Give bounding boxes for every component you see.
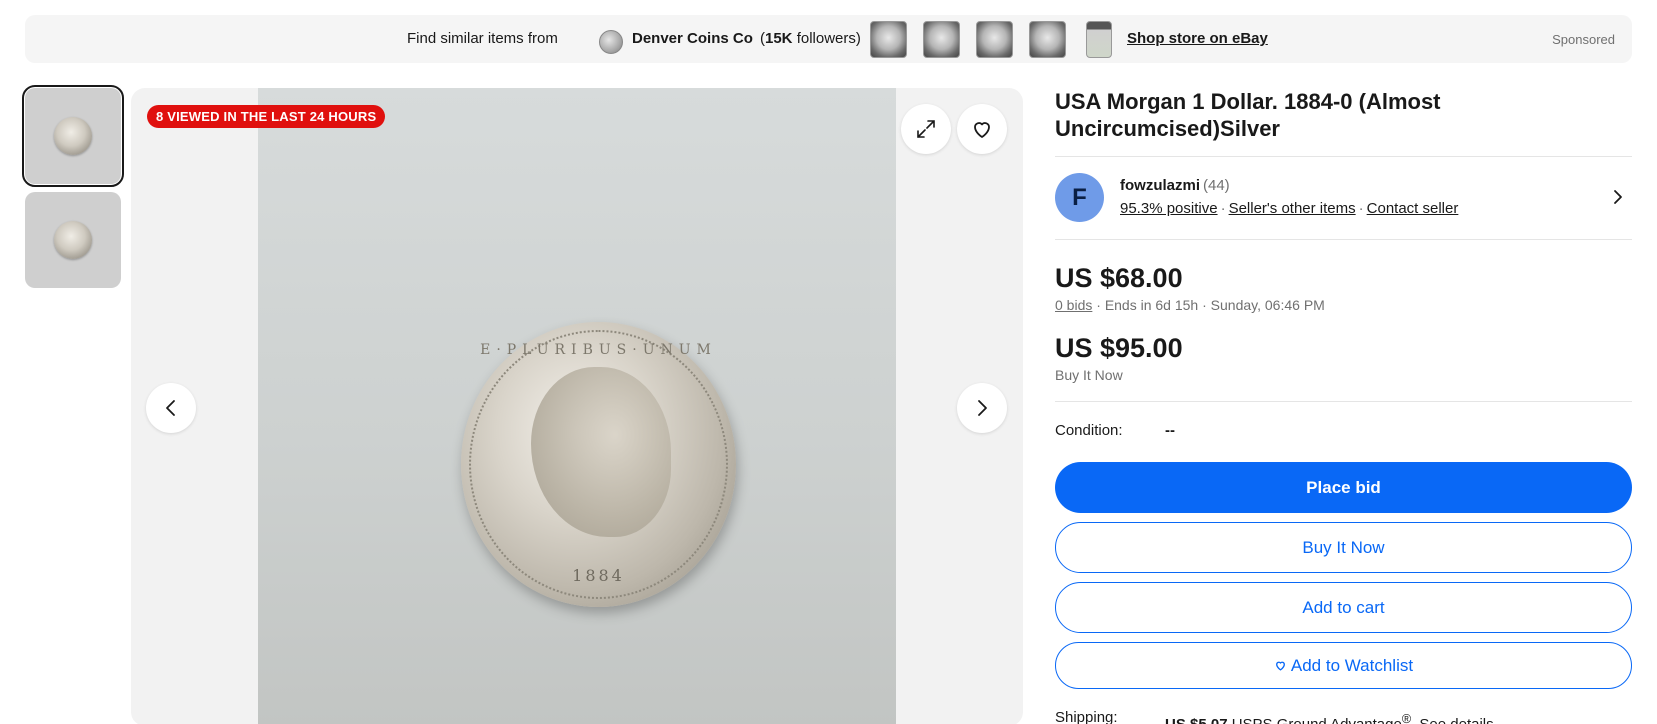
seller-links: 95.3% positive · Seller's other items · Cont… — [1120, 200, 1458, 217]
store-name-link[interactable]: Denver Coins Co — [632, 30, 753, 47]
shop-store-link[interactable]: Shop store on eBay — [1127, 30, 1268, 47]
auction-ends: Ends in 6d 15h — [1104, 297, 1199, 313]
expand-image-button[interactable] — [901, 104, 951, 154]
separator-dot: · — [1202, 297, 1207, 313]
current-bid-price: US $68.00 — [1055, 263, 1183, 293]
add-to-watchlist-button[interactable]: Add to Watchlist — [1055, 642, 1632, 689]
previous-image-button[interactable] — [146, 383, 196, 433]
coin-image: E·PLURIBUS·UNUM 1884 — [461, 322, 736, 607]
shipping-service: USPS Ground Advantage — [1232, 716, 1402, 724]
main-product-photo[interactable]: E·PLURIBUS·UNUM 1884 — [258, 88, 896, 724]
shipping-row: Shipping: US $5.07 USPS Ground Advantage… — [1055, 709, 1632, 724]
heart-icon — [1275, 661, 1285, 671]
see-details-link[interactable]: See details — [1419, 716, 1493, 724]
separator-dot: · — [1358, 200, 1364, 217]
add-to-cart-button[interactable]: Add to cart — [1055, 582, 1632, 633]
store-item-thumbnail[interactable] — [870, 21, 907, 58]
coin-thumbnail-image — [54, 221, 92, 259]
separator-dot: · — [1096, 297, 1101, 313]
viewed-count-badge: 8 VIEWED IN THE LAST 24 HOURS — [147, 105, 386, 128]
watch-heart-button[interactable] — [957, 104, 1007, 154]
store-item-thumbnails — [870, 21, 1112, 58]
coin-legend: E·PLURIBUS·UNUM — [480, 342, 717, 358]
store-item-thumbnail[interactable] — [1086, 21, 1112, 58]
image-thumbnail-2[interactable] — [25, 192, 121, 288]
seller-feedback-count: (44) — [1203, 177, 1230, 194]
item-title: USA Morgan 1 Dollar. 1884-0 (Almost Unci… — [1055, 89, 1441, 141]
divider — [1055, 239, 1632, 240]
shipping-period: . — [1411, 716, 1415, 724]
store-logo-icon[interactable] — [599, 30, 623, 54]
find-similar-label: Find similar items from — [407, 30, 558, 47]
seller-name[interactable]: fowzulazmi — [1120, 177, 1200, 194]
bid-info: 0 bids · Ends in 6d 15h · Sunday, 06:46 … — [1055, 297, 1632, 313]
followers-count: 15K — [765, 30, 793, 47]
seller-other-items-link[interactable]: Seller's other items — [1229, 200, 1356, 217]
buy-it-now-button[interactable]: Buy It Now — [1055, 522, 1632, 573]
shipping-label: Shipping: — [1055, 709, 1118, 724]
condition-value: -- — [1165, 422, 1175, 439]
chevron-left-icon — [166, 400, 175, 416]
auction-end-time: Sunday, 06:46 PM — [1210, 297, 1325, 313]
place-bid-button[interactable]: Place bid — [1055, 462, 1632, 513]
store-followers: (15K followers) — [760, 30, 861, 47]
coin-year: 1884 — [572, 566, 625, 585]
divider — [1055, 401, 1632, 402]
registered-mark: ® — [1401, 712, 1412, 724]
sponsored-label: Sponsored — [1552, 32, 1615, 47]
chevron-right-icon — [978, 400, 987, 416]
shipping-price: US $5.07 — [1165, 716, 1228, 724]
coin-thumbnail-image — [54, 117, 92, 155]
main-image-panel: E·PLURIBUS·UNUM 1884 8 VIEWED IN THE LAS… — [131, 88, 1023, 724]
store-item-thumbnail[interactable] — [976, 21, 1013, 58]
expand-icon — [917, 120, 935, 138]
condition-row: Condition: -- — [1055, 422, 1632, 452]
condition-label: Condition: — [1055, 422, 1123, 439]
store-item-thumbnail[interactable] — [923, 21, 960, 58]
sponsored-store-banner: Find similar items from Denver Coins Co … — [25, 15, 1632, 63]
next-image-button[interactable] — [957, 383, 1007, 433]
seller-card[interactable]: F fowzulazmi (44) 95.3% positive · Seller'… — [1055, 157, 1632, 239]
image-thumbnail-1[interactable] — [22, 85, 124, 187]
shipping-value: US $5.07 USPS Ground Advantage®. See det… — [1165, 712, 1494, 724]
heart-icon — [974, 122, 990, 138]
seller-avatar[interactable]: F — [1055, 173, 1104, 222]
item-details-panel: USA Morgan 1 Dollar. 1884-0 (Almost Unci… — [1055, 88, 1632, 724]
chevron-right-icon[interactable] — [1610, 188, 1626, 206]
bids-link[interactable]: 0 bids — [1055, 297, 1092, 313]
image-thumbnail-list — [22, 85, 124, 296]
contact-seller-link[interactable]: Contact seller — [1367, 200, 1459, 217]
buy-it-now-label: Buy It Now — [1055, 367, 1123, 383]
buy-it-now-price: US $95.00 — [1055, 333, 1183, 363]
followers-word: followers — [796, 30, 856, 47]
store-item-thumbnail[interactable] — [1029, 21, 1066, 58]
seller-positive-link[interactable]: 95.3% positive — [1120, 200, 1218, 217]
separator-dot: · — [1220, 200, 1226, 217]
add-to-watchlist-label: Add to Watchlist — [1290, 655, 1414, 675]
